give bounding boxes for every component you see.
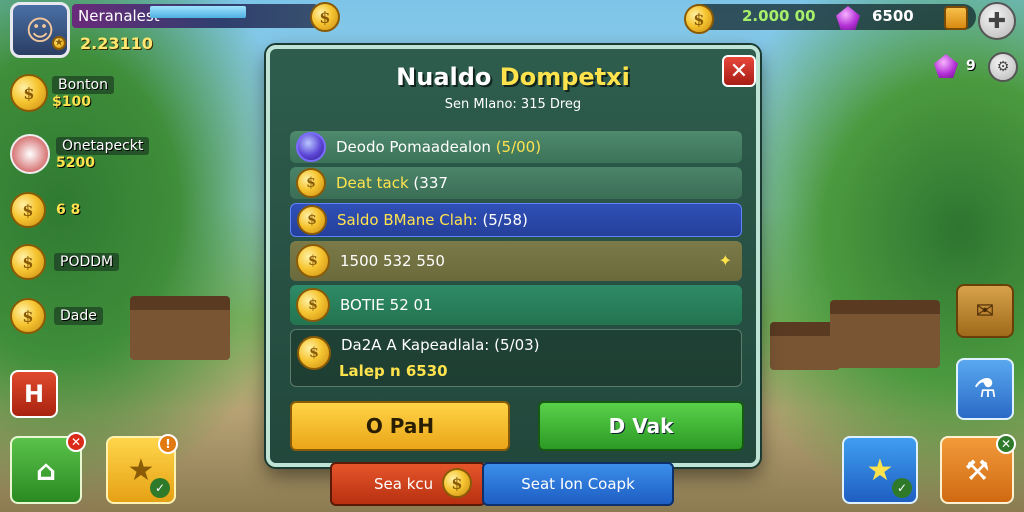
coin-stack-icon: $ — [10, 74, 48, 112]
coin-icon: $ — [296, 168, 326, 198]
close-badge-icon: ✕ — [66, 432, 86, 452]
dialog: Nualdo Dompetxi Sen Mlano: 315 Dreg ✕ De… — [266, 45, 760, 467]
x-badge-icon: ✕ — [996, 434, 1016, 454]
hat-icon: ⌂ — [35, 453, 57, 487]
left-item-poddm[interactable]: $ PODDM — [10, 244, 120, 280]
list-item-label: 1500 532 550 — [340, 252, 445, 270]
confirm-button[interactable]: O PaH — [290, 401, 510, 451]
list-item[interactable]: $ BOTIE 52 01 — [290, 285, 742, 325]
confirm-button-label: O PaH — [365, 414, 435, 438]
hut-left — [130, 296, 230, 360]
settings-icon[interactable]: ⚙ — [988, 52, 1018, 82]
dialog-title: Nualdo Dompetxi — [270, 63, 756, 91]
coin-icon: $ — [10, 192, 46, 228]
left-item-label: PODDM — [54, 253, 120, 271]
resource-bar — [686, 4, 976, 30]
left-item-value: $100 — [52, 94, 91, 110]
gem-count: 9 — [966, 58, 976, 74]
left-item-3[interactable]: $ 6 8 — [10, 192, 80, 228]
list-item[interactable]: $ 1500 532 550 ✦ — [290, 241, 742, 281]
coin-icon: $ — [296, 288, 330, 322]
list-item-label: Da2A A Kapeadlala: (5/03) — [341, 336, 540, 354]
coin-icon: $ — [296, 244, 330, 278]
list-item-sublabel: Lalep n 6530 — [339, 362, 448, 380]
list-item[interactable]: $ Da2A A Kapeadlala: (5/03) Lalep n 6530 — [290, 329, 742, 387]
h-button-label: H — [23, 380, 45, 408]
left-item-label: Onetapeckt — [56, 137, 150, 155]
left-item-label: 6 8 — [56, 202, 81, 218]
check-badge-icon: ✓ — [892, 478, 912, 498]
coupon-button[interactable]: Seat Ion Coapk — [482, 462, 674, 506]
player-score: 2.23110 — [80, 34, 153, 53]
coin-icon: $ — [310, 2, 340, 32]
coin-icon: $ — [297, 336, 331, 370]
player-name: Neranalest — [78, 7, 160, 25]
list-item-label: Deodo Pomaadealon (5/00) — [336, 138, 542, 156]
left-item-label: Dade — [54, 307, 103, 325]
star-button[interactable]: ★ ! ✓ — [106, 434, 178, 504]
build-button[interactable]: ⌂ ✕ — [10, 432, 86, 504]
coin-icon: $ — [442, 468, 472, 498]
star-quest-button[interactable]: ★ ✓ — [842, 436, 918, 504]
character-icon — [10, 134, 50, 174]
coin-icon: $ — [297, 205, 327, 235]
left-item-onetapeckt[interactable]: Onetapeckt 5200 — [10, 134, 150, 174]
chest-icon[interactable] — [944, 6, 968, 30]
alert-badge-icon: ! — [158, 434, 178, 454]
flask-icon: ⚗ — [973, 374, 997, 404]
close-icon: ✕ — [729, 58, 749, 84]
list-item-selected[interactable]: $ Saldo BMane Clah: (5/58) — [290, 203, 742, 237]
coin-count: 2.000 00 — [742, 7, 816, 25]
h-button[interactable]: H — [10, 370, 58, 418]
left-item-label: Bonton — [52, 76, 114, 94]
list-item[interactable]: Deodo Pomaadealon (5/00) — [290, 131, 742, 163]
dialog-title-accent: Dompetxi — [499, 63, 630, 91]
sparkle-icon: ✦ — [718, 251, 732, 270]
star-icon: ★ — [52, 36, 66, 50]
accept-button[interactable]: D Vak — [538, 401, 744, 451]
list-item-label: BOTIE 52 01 — [340, 296, 433, 314]
tools-button[interactable]: ⚒ ✕ — [940, 434, 1016, 504]
list-item-label: Deat tack (337 — [336, 174, 448, 192]
xp-bar — [150, 6, 246, 18]
map-button[interactable]: ✉ — [956, 284, 1014, 338]
dialog-title-main: Nualdo — [396, 63, 492, 91]
close-button[interactable]: ✕ — [722, 55, 756, 87]
shield-gem-icon — [296, 132, 326, 162]
accept-button-label: D Vak — [608, 414, 674, 438]
coin-icon: $ — [684, 4, 714, 34]
gem-total: 6500 — [872, 7, 914, 25]
left-item-value: 5200 — [56, 155, 95, 171]
search-button-label: Sea kcu — [374, 475, 434, 493]
coupon-button-label: Seat Ion Coapk — [521, 475, 635, 493]
list-item-label: Saldo BMane Clah: (5/58) — [337, 211, 528, 229]
coin-icon: $ — [10, 244, 46, 280]
check-badge-icon: ✓ — [150, 478, 170, 498]
hammer-icon: ⚒ — [964, 453, 990, 487]
left-item-dade[interactable]: $ Dade — [10, 298, 103, 334]
hut-right — [830, 300, 940, 368]
map-icon: ✉ — [975, 298, 995, 324]
list-item[interactable]: $ Deat tack (337 — [290, 167, 742, 199]
dialog-subtitle: Sen Mlano: 315 Dreg — [444, 97, 582, 112]
star-icon: ★ — [866, 452, 894, 488]
left-item-bonton[interactable]: $ Bonton $100 — [10, 74, 114, 112]
add-button[interactable]: ✚ — [978, 2, 1016, 40]
coin-icon: $ — [10, 298, 46, 334]
potion-button[interactable]: ⚗ — [956, 358, 1014, 420]
